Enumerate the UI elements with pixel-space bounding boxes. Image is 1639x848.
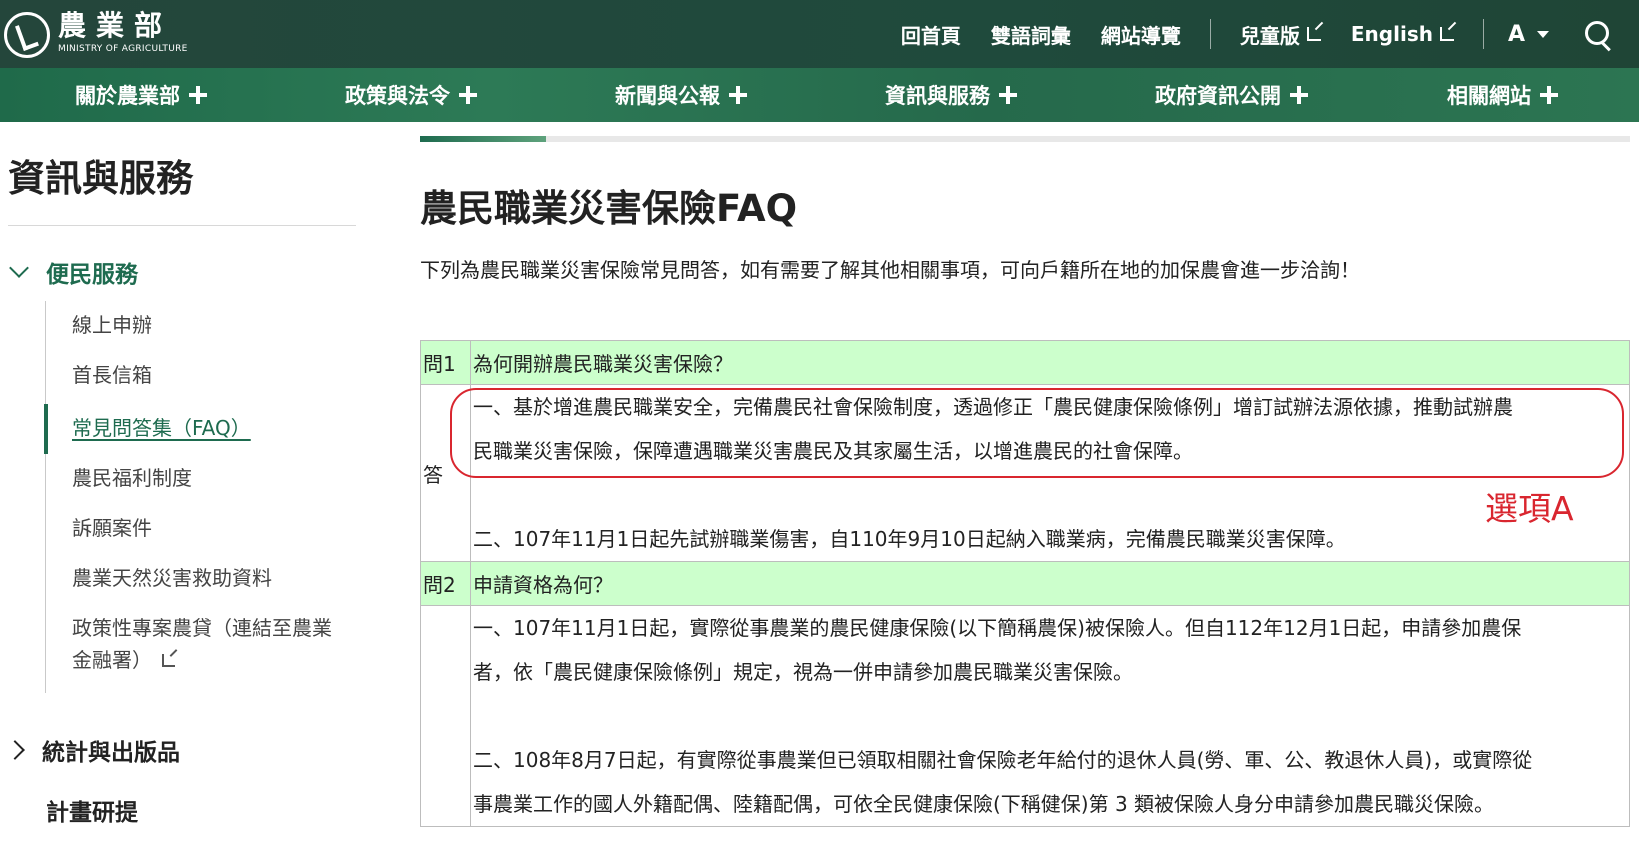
answer-text: 一、基於增進農民職業安全，完備農民社會保險制度，透過修正「農民健康保險條例」增訂… [470, 384, 1630, 562]
question-text: 申請資格為何？ [470, 561, 1630, 606]
sidebar-category-services[interactable]: 便民服務 [8, 255, 138, 289]
sidebar-item-faq[interactable]: 常見問答集（FAQ） [72, 412, 251, 444]
chevron-right-icon [5, 740, 25, 760]
sitemap-link[interactable]: 網站導覽 [1086, 20, 1196, 49]
chevron-down-icon [9, 258, 29, 278]
external-link-icon [1306, 27, 1321, 41]
content-top-line [420, 136, 1630, 142]
home-link[interactable]: 回首頁 [886, 20, 976, 49]
plus-icon [189, 86, 207, 104]
english-link[interactable]: English [1336, 22, 1469, 46]
sidebar-item-farmer-welfare[interactable]: 農民福利制度 [72, 462, 192, 494]
page-title: 農民職業災害保險FAQ [420, 187, 798, 230]
top-bar: 農業部 MINISTRY OF AGRICULTURE 回首頁 雙語詞彙 網站導… [0, 0, 1639, 68]
caret-down-icon [1537, 30, 1549, 38]
kids-version-link[interactable]: 兒童版 [1225, 20, 1336, 49]
plus-icon [1290, 86, 1308, 104]
faq-question-row: 問1 為何開辦農民職業災害保險？ [420, 340, 1630, 385]
question-text: 為何開辦農民職業災害保險？ [470, 340, 1630, 385]
nav-policy[interactable]: 政策與法令 [345, 68, 477, 122]
divider [1482, 19, 1484, 49]
sidebar-item-petitions[interactable]: 訴願案件 [72, 512, 152, 544]
external-link-icon [162, 654, 175, 667]
answer-text: 一、107年11月1日起，實際從事農業的農民健康保險(以下簡稱農保)被保險人。但… [470, 605, 1630, 827]
bilingual-glossary-link[interactable]: 雙語詞彙 [976, 20, 1086, 49]
site-logo[interactable]: 農業部 MINISTRY OF AGRICULTURE [4, 10, 188, 58]
annotation-label: 選項A [1485, 489, 1574, 528]
plus-icon [1540, 86, 1558, 104]
faq-answer-row: 一、107年11月1日起，實際從事農業的農民健康保險(以下簡稱農保)被保險人。但… [420, 605, 1630, 827]
search-icon[interactable] [1583, 19, 1613, 49]
nav-news[interactable]: 新聞與公報 [615, 68, 747, 122]
nav-services[interactable]: 資訊與服務 [885, 68, 1017, 122]
divider [1209, 19, 1211, 49]
faq-table: 問1 為何開辦農民職業災害保險？ 答 一、基於增進農民職業安全，完備農民社會保險… [420, 340, 1630, 827]
plus-icon [729, 86, 747, 104]
faq-question-row: 問2 申請資格為何？ [420, 561, 1630, 606]
logo-chinese-name: 農業部 [58, 9, 173, 42]
sidebar-item-policy-loans[interactable]: 政策性專案農貸（連結至農業 金融署） [72, 612, 332, 676]
external-link-icon [1439, 27, 1454, 41]
plus-icon [999, 86, 1017, 104]
main-nav: 關於農業部 政策與法令 新聞與公報 資訊與服務 政府資訊公開 相關網站 [0, 68, 1639, 122]
moa-logo-icon [4, 12, 50, 58]
plus-icon [459, 86, 477, 104]
sidebar-title: 資訊與服務 [8, 157, 193, 200]
answer-label: 答 [420, 384, 471, 562]
nav-about[interactable]: 關於農業部 [75, 68, 207, 122]
sidebar-category-statistics[interactable]: 統計與出版品 [5, 733, 180, 767]
sidebar-category-projects[interactable]: 計畫研提 [46, 793, 138, 827]
intro-text: 下列為農民職業災害保險常見問答，如有需要了解其他相關事項，可向戶籍所在地的加保農… [420, 258, 1360, 282]
nav-gov-info[interactable]: 政府資訊公開 [1155, 68, 1308, 122]
font-size-button[interactable]: A [1498, 22, 1559, 47]
sidebar-item-director-mailbox[interactable]: 首長信箱 [72, 359, 152, 391]
logo-english-name: MINISTRY OF AGRICULTURE [58, 44, 188, 54]
question-number: 問1 [420, 340, 471, 385]
sidebar-item-online-application[interactable]: 線上申辦 [72, 309, 152, 341]
active-indicator [44, 404, 48, 454]
utility-links: 回首頁 雙語詞彙 網站導覽 兒童版 English A [886, 0, 1639, 68]
nav-related-sites[interactable]: 相關網站 [1447, 68, 1558, 122]
sidebar-subnav: 線上申辦 首長信箱 常見問答集（FAQ） 農民福利制度 訴願案件 農業天然災害救… [44, 301, 365, 693]
sidebar-item-disaster-relief[interactable]: 農業天然災害救助資料 [72, 562, 272, 594]
divider [8, 225, 356, 226]
question-number: 問2 [420, 561, 471, 606]
faq-answer-row: 答 一、基於增進農民職業安全，完備農民社會保險制度，透過修正「農民健康保險條例」… [420, 384, 1630, 562]
